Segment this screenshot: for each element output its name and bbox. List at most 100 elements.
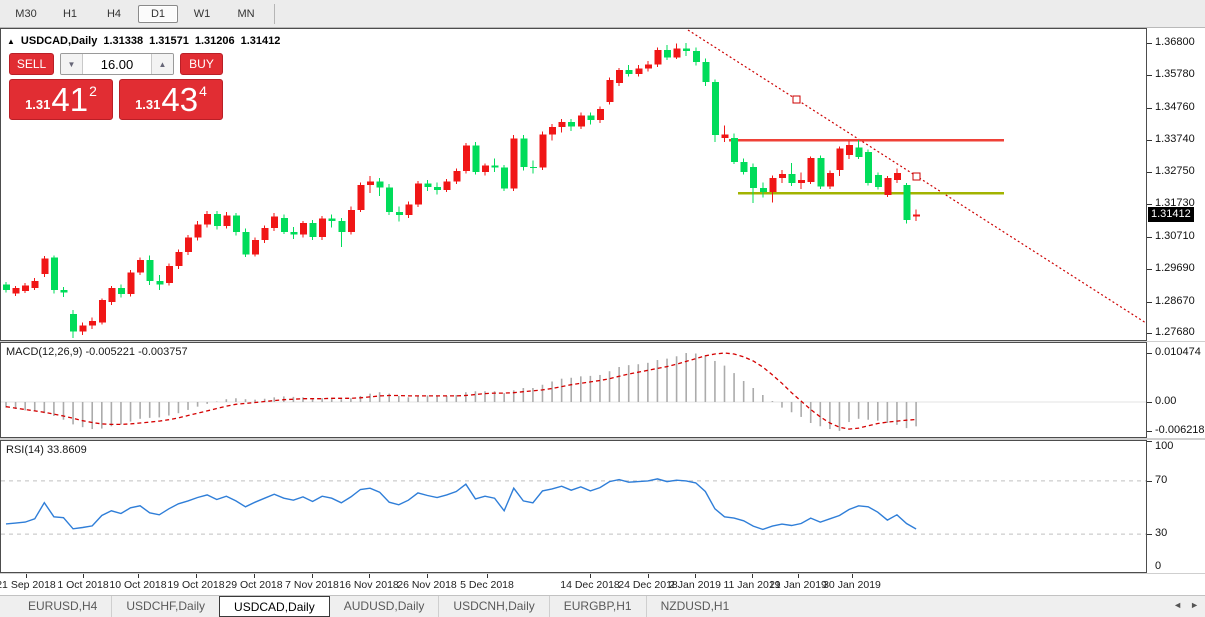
price-chart-plot[interactable]: ▲ USDCAD,Daily 1.31338 1.31571 1.31206 1…: [0, 28, 1147, 341]
date-label: 21 Jan 2019: [769, 579, 827, 591]
symbol-label: USDCAD,Daily: [21, 35, 97, 47]
axis-tick: [1147, 140, 1152, 141]
axis-tick: [1147, 43, 1152, 44]
axis-tick: [1147, 481, 1152, 482]
date-label: 5 Dec 2018: [460, 579, 514, 591]
ohlc-high: 1.31571: [149, 35, 189, 47]
price-axis-label: 1.32750: [1155, 165, 1195, 177]
date-label: 10 Oct 2018: [109, 579, 166, 591]
axis-tick: [1147, 402, 1152, 403]
sell-price-sup: 2: [89, 83, 97, 99]
buy-button[interactable]: BUY: [180, 53, 223, 75]
timeframe-button-m30[interactable]: M30: [6, 5, 46, 23]
chart-tab-audusd-daily[interactable]: AUDUSD,Daily: [330, 596, 439, 617]
date-tick: [798, 574, 799, 578]
price-axis-label: 1.27680: [1155, 326, 1195, 338]
date-tick: [26, 574, 27, 578]
macd-plot[interactable]: MACD(12,26,9) -0.005221 -0.003757: [0, 342, 1147, 438]
timeframe-button-w1[interactable]: W1: [182, 5, 222, 23]
macd-axis-label: 0.00: [1155, 395, 1176, 407]
rsi-plot[interactable]: RSI(14) 33.8609: [0, 440, 1147, 573]
date-tick: [427, 574, 428, 578]
date-tick: [695, 574, 696, 578]
mt4-window: M30H1H4D1W1MN ▲ USDCAD,Daily 1.31338 1.3…: [0, 0, 1205, 617]
buy-price-big: 43: [161, 85, 198, 115]
date-label: 26 Nov 2018: [397, 579, 457, 591]
axis-tick: [1147, 75, 1152, 76]
price-axis-label: 1.34760: [1155, 101, 1195, 113]
chart-tab-nzdusd-h1[interactable]: NZDUSD,H1: [646, 596, 744, 617]
date-label: 19 Oct 2018: [167, 579, 224, 591]
chart-tab-usdchf-daily[interactable]: USDCHF,Daily: [111, 596, 219, 617]
buy-price-prefix: 1.31: [135, 97, 160, 112]
date-tick: [648, 574, 649, 578]
triangle-down-icon: ▼: [68, 60, 76, 69]
axis-tick: [1147, 172, 1152, 173]
date-tick: [83, 574, 84, 578]
price-axis-label: 1.28670: [1155, 295, 1195, 307]
date-tick: [852, 574, 853, 578]
date-tick: [369, 574, 370, 578]
price-chart-pane: ▲ USDCAD,Daily 1.31338 1.31571 1.31206 1…: [0, 28, 1205, 341]
timeframe-toolbar: M30H1H4D1W1MN: [0, 0, 1205, 28]
axis-tick: [1147, 108, 1152, 109]
sell-price-prefix: 1.31: [25, 97, 50, 112]
axis-tick: [1147, 204, 1152, 205]
date-tick: [254, 574, 255, 578]
rsi-axis-label: 70: [1155, 474, 1167, 486]
buy-price-sup: 4: [199, 83, 207, 99]
tab-scroll-right-icon[interactable]: ►: [1190, 600, 1199, 610]
collapse-panel-icon[interactable]: ▲: [7, 37, 15, 46]
chart-tab-usdcnh-daily[interactable]: USDCNH,Daily: [438, 596, 548, 617]
tab-scroll-left-icon[interactable]: ◄: [1173, 600, 1182, 610]
rsi-axis-label: 0: [1155, 560, 1161, 572]
price-axis: 1.368001.357801.347601.337401.327501.317…: [1147, 28, 1205, 341]
current-price-tag: 1.31412: [1148, 207, 1194, 222]
rsi-chart: [1, 441, 1146, 572]
date-label: 16 Nov 2018: [339, 579, 399, 591]
rsi-pane: RSI(14) 33.8609 10070300: [0, 440, 1205, 573]
macd-axis-label: 0.010474: [1155, 346, 1201, 358]
axis-tick: [1147, 333, 1152, 334]
volume-decrease-button[interactable]: ▼: [61, 54, 83, 74]
date-tick: [196, 574, 197, 578]
axis-tick: [1147, 269, 1152, 270]
price-axis-label: 1.29690: [1155, 262, 1195, 274]
date-label: 2 Jan 2019: [669, 579, 721, 591]
toolbar-separator: [274, 4, 275, 24]
date-tick: [487, 574, 488, 578]
axis-tick: [1147, 237, 1152, 238]
volume-increase-button[interactable]: ▲: [151, 54, 173, 74]
axis-tick: [1147, 441, 1152, 442]
chart-tab-usdcad-daily[interactable]: USDCAD,Daily: [219, 596, 330, 617]
timeframe-button-mn[interactable]: MN: [226, 5, 266, 23]
date-label: 14 Dec 2018: [560, 579, 620, 591]
date-tick: [312, 574, 313, 578]
one-click-trade-widget: SELL ▼ ▲ BUY 1.31 41: [9, 53, 223, 120]
chart-tab-eurgbp-h1[interactable]: EURGBP,H1: [549, 596, 646, 617]
price-axis-label: 1.35780: [1155, 68, 1195, 80]
price-axis-label: 1.30710: [1155, 230, 1195, 242]
date-label: 21 Sep 2018: [0, 579, 56, 591]
macd-pane: MACD(12,26,9) -0.005221 -0.003757 0.0104…: [0, 342, 1205, 438]
rsi-label: RSI(14) 33.8609: [6, 444, 87, 456]
rsi-axis: 10070300: [1147, 440, 1205, 573]
chart-tab-eurusd-h4[interactable]: EURUSD,H4: [14, 596, 111, 617]
sell-quote-button[interactable]: 1.31 41 2: [9, 79, 113, 120]
volume-stepper: ▼ ▲: [60, 53, 174, 75]
timeframe-button-h4[interactable]: H4: [94, 5, 134, 23]
sell-button[interactable]: SELL: [9, 53, 54, 75]
triangle-up-icon: ▲: [159, 60, 167, 69]
macd-axis-label: -0.006218: [1155, 424, 1205, 436]
ohlc-close: 1.31412: [241, 35, 281, 47]
timeframe-button-d1[interactable]: D1: [138, 5, 178, 23]
timeframe-button-h1[interactable]: H1: [50, 5, 90, 23]
buy-quote-button[interactable]: 1.31 43 4: [119, 79, 223, 120]
volume-input[interactable]: [83, 54, 151, 74]
chart-symbol-header: ▲ USDCAD,Daily 1.31338 1.31571 1.31206 1…: [7, 35, 280, 47]
date-label: 1 Oct 2018: [57, 579, 108, 591]
macd-label: MACD(12,26,9) -0.005221 -0.003757: [6, 346, 188, 358]
macd-axis: 0.010474 0.00 -0.006218: [1147, 342, 1205, 438]
price-axis-label: 1.36800: [1155, 36, 1195, 48]
rsi-axis-label: 100: [1155, 440, 1173, 452]
